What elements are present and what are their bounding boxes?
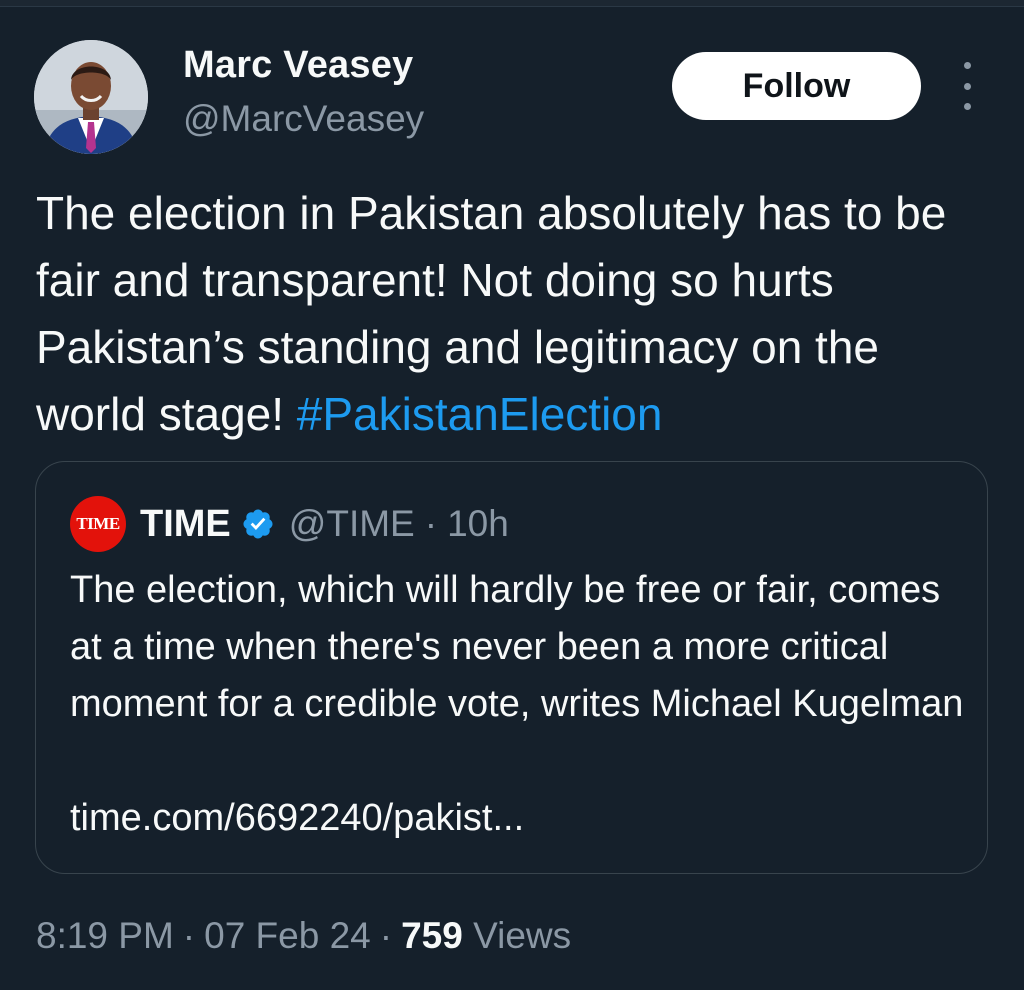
verified-badge-icon	[241, 507, 275, 541]
follow-button[interactable]: Follow	[672, 52, 921, 120]
quoted-author-name[interactable]: TIME	[140, 503, 231, 546]
quoted-author-handle[interactable]: @TIME	[289, 503, 415, 545]
author-handle[interactable]: @MarcVeasey	[183, 98, 424, 140]
tweet-text: The election in Pakistan absolutely has …	[36, 180, 996, 448]
more-dot	[963, 103, 971, 110]
quoted-timestamp[interactable]: 10h	[447, 503, 509, 545]
views-count: 759	[401, 915, 463, 956]
more-dot	[963, 82, 971, 90]
tweet-meta: 8:19 PM · 07 Feb 24 · 759 Views	[36, 915, 571, 957]
more-vertical-icon[interactable]	[950, 62, 984, 110]
quoted-tweet-header: TIME TIME @TIME · 10h	[70, 496, 509, 552]
top-divider	[0, 0, 1024, 7]
quoted-tweet-text: The election, which will hardly be free …	[70, 569, 964, 725]
tweet-date[interactable]: 07 Feb 24	[204, 915, 371, 956]
more-dot	[963, 62, 971, 69]
author-avatar[interactable]	[34, 40, 148, 154]
tweet-time[interactable]: 8:19 PM	[36, 915, 174, 956]
quoted-tweet-link[interactable]: time.com/6692240/pakist...	[70, 790, 524, 847]
author-name[interactable]: Marc Veasey	[183, 44, 413, 87]
views-label: Views	[473, 915, 572, 956]
time-avatar[interactable]: TIME	[70, 496, 126, 552]
hashtag-link[interactable]: #PakistanElection	[297, 388, 663, 440]
separator-dot: ·	[379, 915, 393, 956]
separator-dot: ·	[182, 915, 196, 956]
separator-dot: ·	[424, 503, 438, 544]
quoted-tweet-card[interactable]: TIME TIME @TIME · 10h The election, whic…	[35, 461, 988, 874]
